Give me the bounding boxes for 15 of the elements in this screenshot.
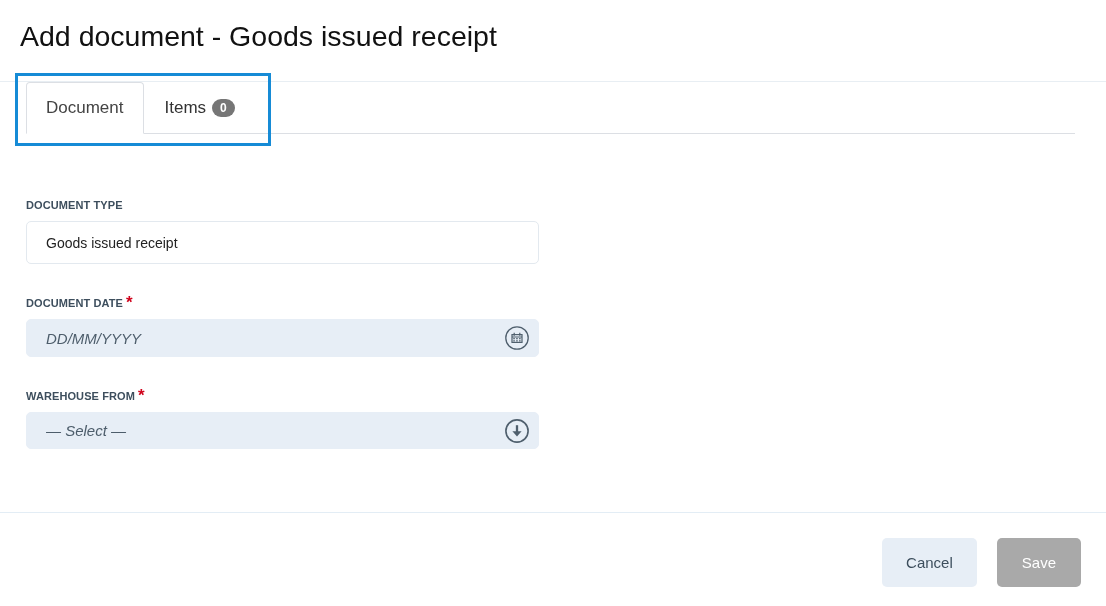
date-field[interactable]: DD/MM/YYYY bbox=[26, 319, 539, 357]
field-label: DOCUMENT TYPE bbox=[26, 198, 123, 212]
circled-arrow-down-icon[interactable] bbox=[505, 418, 529, 443]
required-asterisk: * bbox=[137, 389, 145, 403]
field-label: DOCUMENT DATE bbox=[26, 296, 124, 310]
tab[interactable]: Document bbox=[26, 82, 145, 134]
field-label: WAREHOUSE FROM bbox=[26, 389, 135, 403]
count-badge: 0 bbox=[212, 99, 235, 117]
dropdown-field[interactable]: — Select — bbox=[26, 412, 539, 449]
cancel-button[interactable]: Cancel bbox=[882, 538, 977, 587]
calendar-icon[interactable] bbox=[505, 326, 529, 350]
text-field[interactable]: Goods issued receipt bbox=[26, 221, 539, 264]
tab[interactable]: Items 0 bbox=[144, 82, 256, 134]
dialog-title: Add document - Goods issued receipt bbox=[20, 20, 497, 52]
required-asterisk: * bbox=[126, 296, 133, 310]
